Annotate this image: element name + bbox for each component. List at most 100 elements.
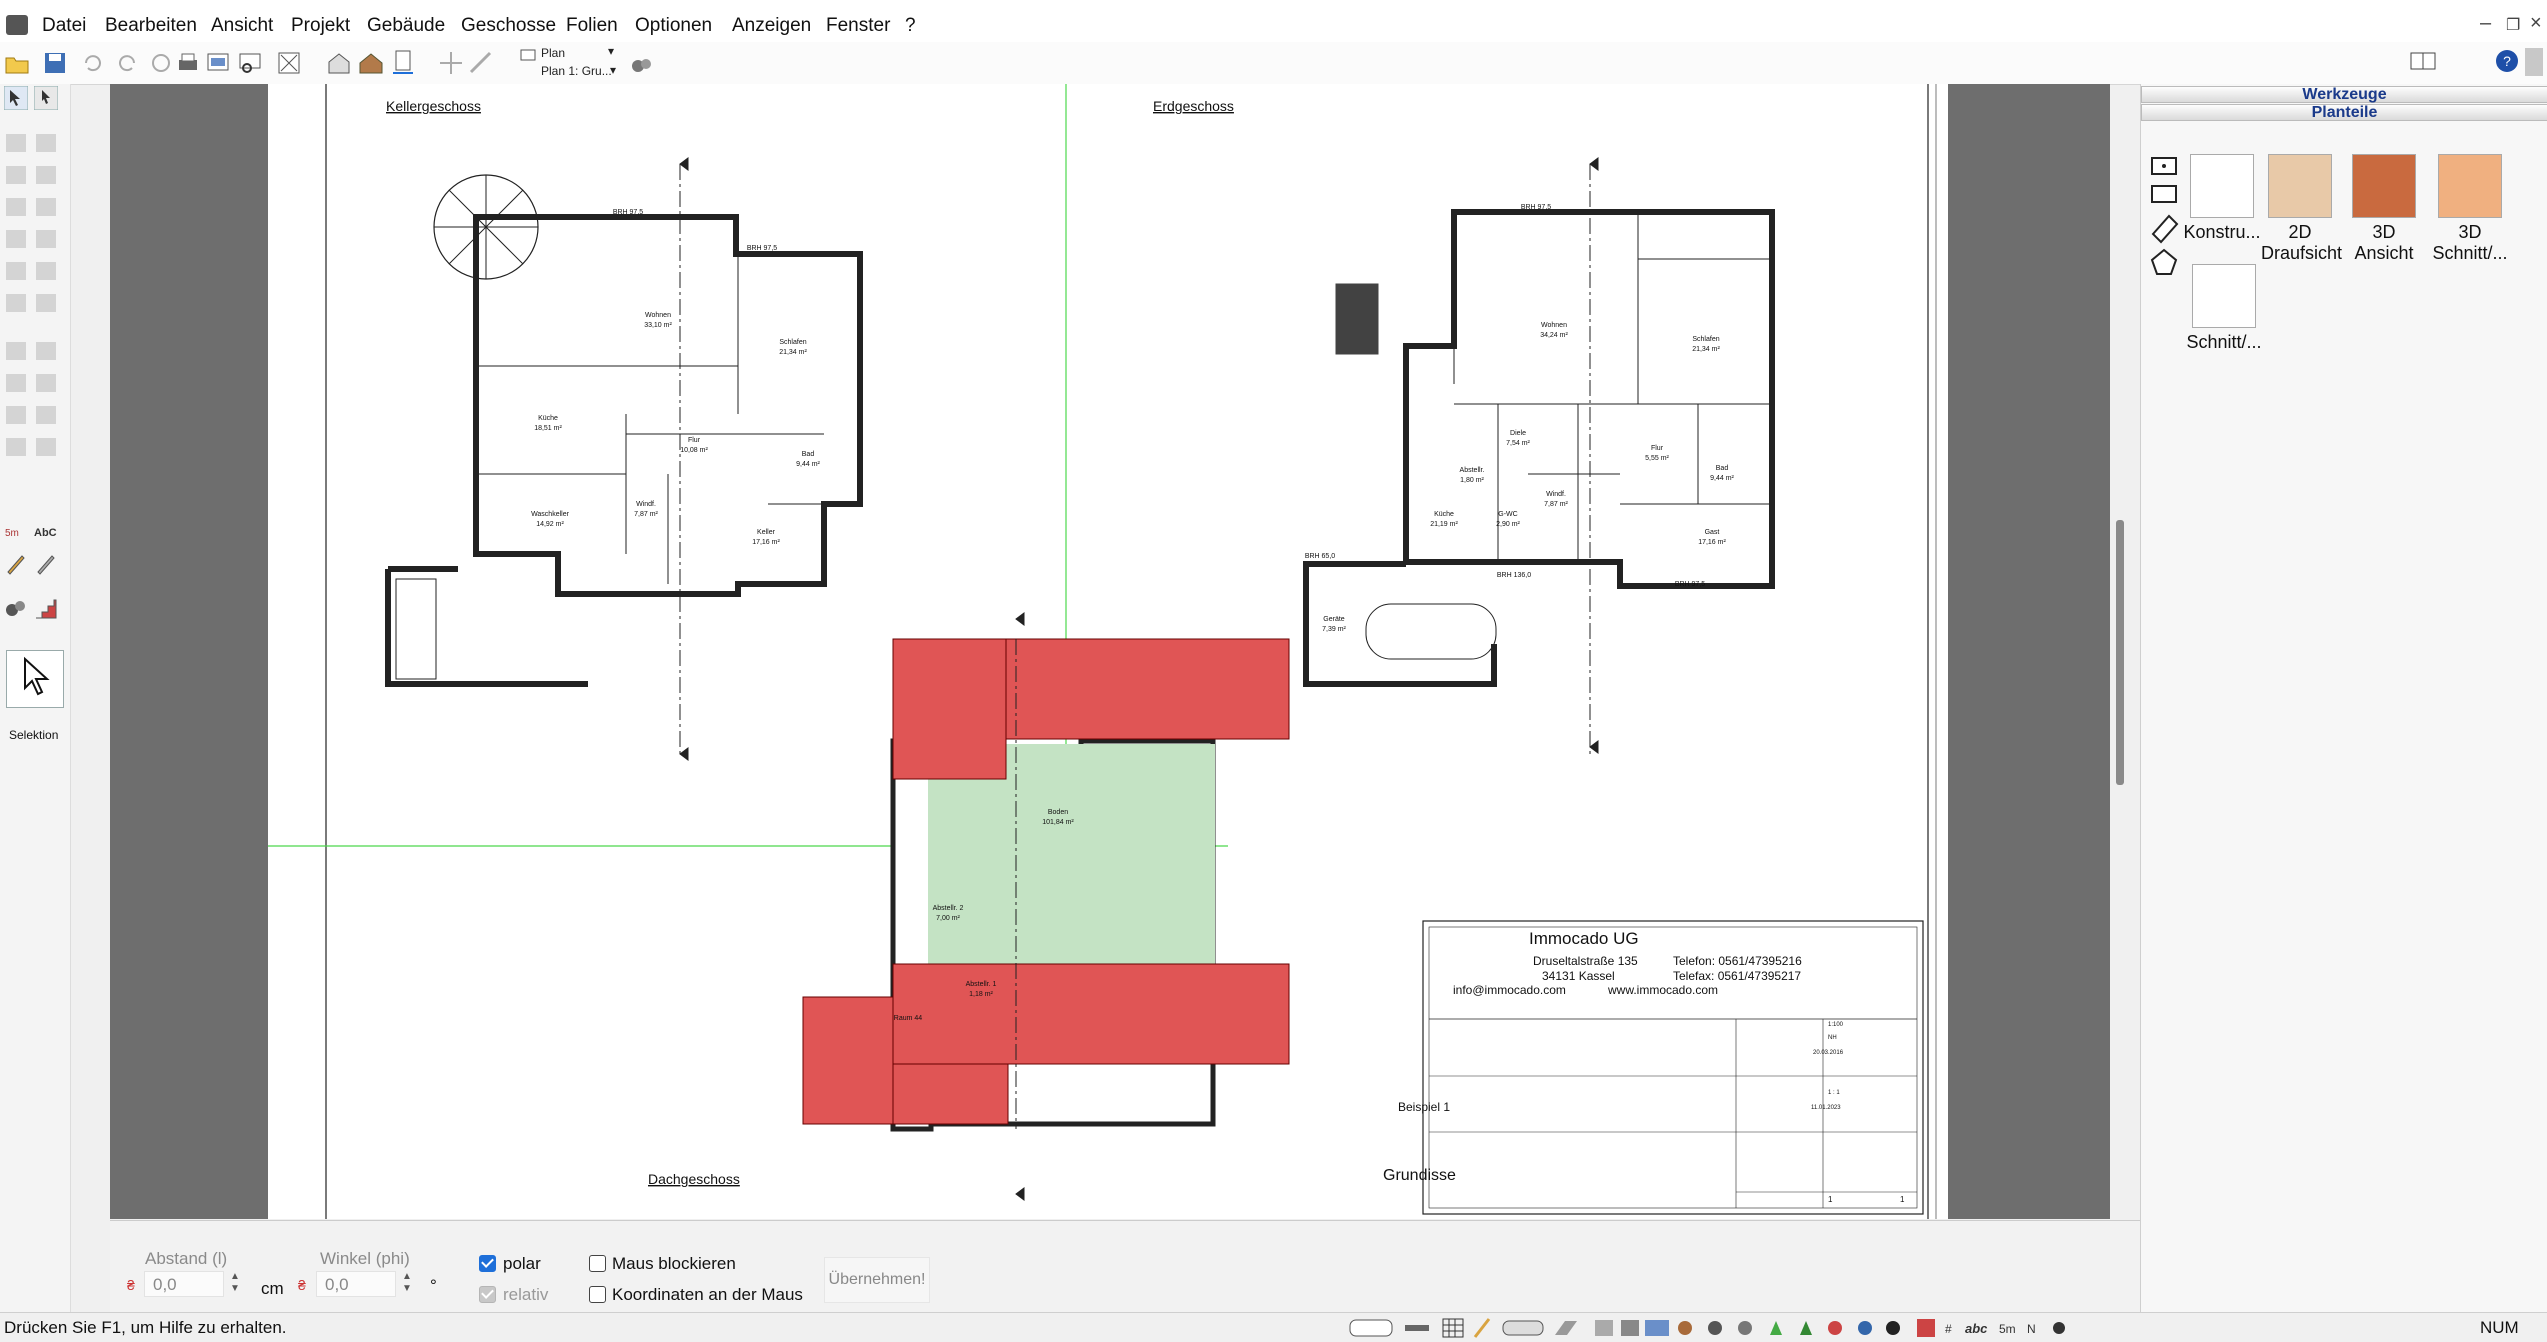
pen-icon[interactable] <box>34 552 58 576</box>
vertical-scrollbar[interactable] <box>2116 520 2124 785</box>
kellergeschoss-plan <box>385 157 863 761</box>
angle-spinner-icon[interactable]: ▲ ▼ <box>402 1271 412 1295</box>
svg-text:Wohnen: Wohnen <box>645 312 671 319</box>
planteile-header[interactable]: Planteile <box>2141 104 2547 121</box>
zoom-all-icon[interactable] <box>276 50 302 76</box>
plan-page-combo[interactable]: Plan 1: Gru... <box>541 64 612 78</box>
svg-text:NH: NH <box>1828 1035 1837 1041</box>
svg-text:1,80 m²: 1,80 m² <box>1460 477 1484 484</box>
plan-combo-arrow-icon[interactable]: ▾ <box>608 44 614 58</box>
dimension-icon[interactable]: 5m <box>4 520 28 544</box>
svg-text:Abstellr. 2: Abstellr. 2 <box>933 905 964 912</box>
svg-text:9,44 m²: 9,44 m² <box>1710 475 1734 482</box>
distance-input[interactable]: 0,0 <box>144 1271 224 1297</box>
minimize-icon[interactable]: – <box>2480 12 2491 35</box>
measure-icon[interactable] <box>468 50 494 76</box>
menu-folien[interactable]: Folien <box>566 15 618 37</box>
layer-manager-icon[interactable] <box>628 52 654 78</box>
apply-button[interactable]: Übernehmen! <box>824 1257 930 1303</box>
plan-combo[interactable]: Plan <box>541 46 565 60</box>
svg-text:10,08 m²: 10,08 m² <box>680 447 708 454</box>
maus-blockieren-checkbox[interactable] <box>589 1255 606 1272</box>
restore-icon[interactable]: ❐ <box>2506 15 2520 35</box>
svg-text:21,19 m²: 21,19 m² <box>1430 521 1458 528</box>
menu-anzeigen[interactable]: Anzeigen <box>732 15 811 37</box>
planteil-3d-schnitt-label1: 3D <box>2458 222 2482 242</box>
angle-lock-icon[interactable]: ₴ <box>298 1277 306 1293</box>
print-icon[interactable] <box>175 50 201 76</box>
planteil-3d-schnitt[interactable]: 3D Schnitt/... <box>2429 154 2511 264</box>
distance-spinner-icon[interactable]: ▲ ▼ <box>230 1271 240 1295</box>
svg-text:Abstellr.: Abstellr. <box>1460 467 1485 474</box>
angle-input[interactable]: 0,0 <box>316 1271 396 1297</box>
open-folder-icon[interactable] <box>4 50 30 76</box>
plan-sheet[interactable]: Kellergeschoss Erdgeschoss Dachgeschoss <box>141 84 1948 1219</box>
plan-page-combo-arrow-icon[interactable]: ▾ <box>610 63 616 77</box>
menu-geschosse[interactable]: Geschosse <box>461 15 556 37</box>
planteil-konstruktion[interactable]: Konstru... <box>2183 154 2261 243</box>
menu-fenster[interactable]: Fenster <box>826 15 890 37</box>
svg-text:Flur: Flur <box>1651 445 1664 452</box>
relativ-checkbox[interactable] <box>479 1286 496 1303</box>
planteil-3d-ansicht[interactable]: 3D Ansicht <box>2345 154 2423 264</box>
svg-text:1: 1 <box>1828 1195 1833 1204</box>
plan-sheet-icon[interactable] <box>390 48 416 74</box>
help-icon[interactable]: ? <box>2494 48 2520 74</box>
redo-icon[interactable] <box>114 50 140 76</box>
svg-text:BRH 97,5: BRH 97,5 <box>1675 581 1705 588</box>
svg-text:7,54 m²: 7,54 m² <box>1506 440 1530 447</box>
refresh-icon[interactable] <box>148 50 174 76</box>
print-preview-icon[interactable] <box>205 50 231 76</box>
dachgeschoss-title: Dachgeschoss <box>648 1171 740 1187</box>
pencil-icon[interactable] <box>4 552 28 576</box>
status-toolbar-icons[interactable]: # abc 5m N <box>1345 1317 2145 1339</box>
polar-checkbox[interactable] <box>479 1255 496 1272</box>
catalog-icon[interactable] <box>2408 48 2438 74</box>
menu-projekt[interactable]: Projekt <box>291 15 350 37</box>
building-icon[interactable] <box>326 50 352 76</box>
selection-tool-button[interactable] <box>6 650 64 708</box>
svg-text:17,16 m²: 17,16 m² <box>752 539 780 546</box>
koordinaten-checkbox[interactable] <box>589 1286 606 1303</box>
text-tool-icon[interactable]: AbC <box>34 520 58 544</box>
app-icon[interactable] <box>6 15 28 35</box>
ansicht-thumb-icon <box>2352 154 2416 218</box>
werkzeuge-header[interactable]: Werkzeuge <box>2141 86 2547 103</box>
svg-text:1:100: 1:100 <box>1828 1022 1844 1028</box>
close-icon[interactable]: × <box>2530 12 2542 35</box>
planteil-schnitt[interactable]: Schnitt/... <box>2183 264 2265 353</box>
select-arrow-icon[interactable] <box>4 86 28 110</box>
menu-help[interactable]: ? <box>905 15 916 37</box>
move-icon[interactable] <box>438 50 464 76</box>
planteil-shape-tools[interactable] <box>2149 154 2179 284</box>
objects-icon[interactable] <box>4 596 28 620</box>
svg-text:7,39 m²: 7,39 m² <box>1322 626 1346 633</box>
svg-text:Waschkeller: Waschkeller <box>531 511 570 518</box>
svg-text:Windf.: Windf. <box>636 501 656 508</box>
house-3d-icon[interactable] <box>358 50 384 76</box>
save-icon[interactable] <box>42 50 68 76</box>
title-bar <box>0 0 2547 10</box>
distance-lock-icon[interactable]: ₴ <box>127 1277 135 1293</box>
num-lock-indicator: NUM <box>2480 1318 2519 1337</box>
svg-text:#: # <box>1945 1322 1952 1336</box>
stairs-icon[interactable] <box>34 596 58 620</box>
menu-bearbeiten[interactable]: Bearbeiten <box>105 15 197 37</box>
menu-gebaeude[interactable]: Gebäude <box>367 15 445 37</box>
svg-text:Wohnen: Wohnen <box>1541 322 1567 329</box>
werkzeuge-header-label: Werkzeuge <box>2302 86 2387 103</box>
konstruktion-thumb-icon <box>2190 154 2254 218</box>
menu-ansicht[interactable]: Ansicht <box>211 15 273 37</box>
svg-text:Gast: Gast <box>1705 529 1720 536</box>
zoom-window-icon[interactable] <box>237 50 263 76</box>
svg-text:21,34 m²: 21,34 m² <box>779 349 807 356</box>
select-area-icon[interactable] <box>34 86 58 110</box>
panel-pin-icon[interactable] <box>2525 48 2543 76</box>
svg-text:9,44 m²: 9,44 m² <box>796 461 820 468</box>
planteil-2d-draufsicht[interactable]: 2D Draufsicht <box>2261 154 2342 264</box>
svg-text:Druseltalstraße 135: Druseltalstraße 135 <box>1533 954 1638 968</box>
svg-text:Keller: Keller <box>757 529 776 536</box>
undo-icon[interactable] <box>80 50 106 76</box>
menu-optionen[interactable]: Optionen <box>635 15 712 37</box>
menu-datei[interactable]: Datei <box>42 15 86 37</box>
